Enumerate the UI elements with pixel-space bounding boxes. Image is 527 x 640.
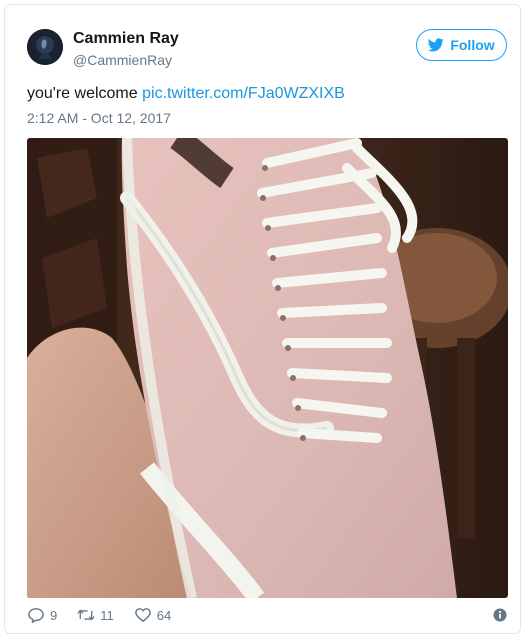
info-icon[interactable]: [493, 608, 507, 622]
avatar[interactable]: [27, 29, 63, 65]
tweet-media-link[interactable]: pic.twitter.com/FJa0WZXIXB: [142, 85, 345, 102]
user-handle[interactable]: @CammienRay: [73, 52, 172, 68]
display-name[interactable]: Cammien Ray: [73, 30, 179, 48]
retweet-icon: [77, 609, 95, 621]
retweet-count: 11: [100, 607, 114, 623]
like-action[interactable]: 64: [134, 607, 171, 623]
follow-button[interactable]: Follow: [416, 29, 507, 61]
tweet-text: you're welcome pic.twitter.com/FJa0WZXIX…: [27, 85, 345, 103]
tweet-body: you're welcome: [27, 85, 143, 102]
heart-icon: [134, 608, 151, 623]
reply-count: 9: [50, 607, 58, 623]
reply-icon: [28, 608, 44, 623]
twitter-bird-icon: [428, 38, 445, 52]
tweet-timestamp[interactable]: 2:12 AM - Oct 12, 2017: [27, 110, 171, 126]
like-count: 64: [156, 607, 172, 623]
tweet-card: Cammien Ray @CammienRay Follow you're we…: [4, 4, 521, 634]
retweet-action[interactable]: 11: [77, 607, 114, 623]
follow-label: Follow: [450, 37, 495, 53]
reply-action[interactable]: 9: [27, 607, 57, 623]
tweet-media-image[interactable]: [27, 138, 508, 598]
tweet-actions: 9 11 64: [27, 605, 191, 625]
